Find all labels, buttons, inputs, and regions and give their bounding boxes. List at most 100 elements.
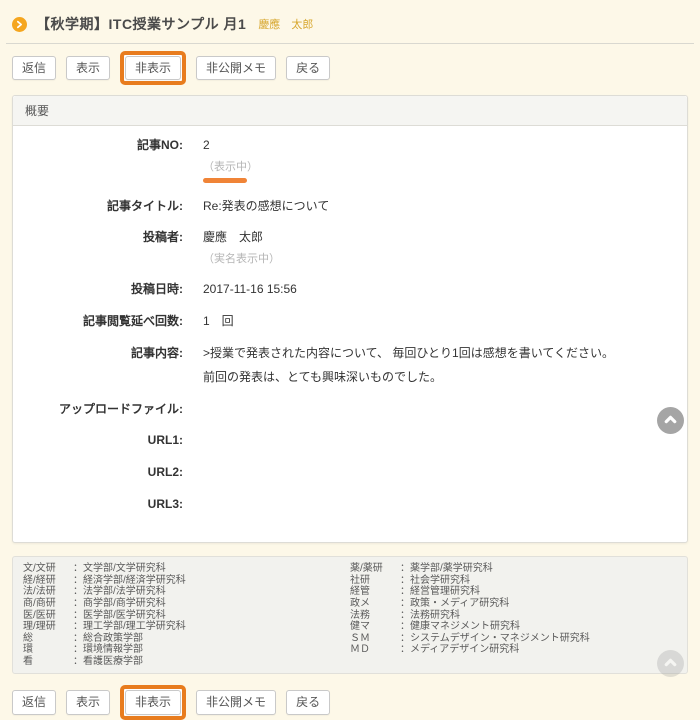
legend-abbr: 商/商研 (23, 598, 73, 610)
legend-abbr: 政メ (350, 598, 400, 610)
private-memo-button[interactable]: 非公開メモ (196, 56, 276, 80)
author-display-mode: （実名表示中） (203, 252, 280, 266)
article-content-label: 記事内容: (13, 346, 183, 386)
overview-panel: 概要 記事NO: 2 （表示中） 記事タイトル: Re:発表の感想について 投稿… (12, 95, 688, 543)
view-count-label: 記事閲覧延べ回数: (13, 314, 183, 330)
chevron-right-icon (12, 17, 27, 32)
post-date-value: 2017-11-16 15:56 (203, 282, 297, 298)
back-button[interactable]: 戻る (286, 690, 330, 714)
article-title-value: Re:発表の感想について (203, 199, 329, 215)
article-content-line2: 前回の発表は、とても興味深いものでした。 (203, 370, 614, 386)
legend-item: 医/医研：医学部/医学研究科 (23, 610, 350, 622)
author-label: 投稿者: (13, 230, 183, 266)
toolbar-top: 返信 表示 非表示 非公開メモ 戻る (12, 53, 688, 83)
author-value-group: 慶應 太郎 （実名表示中） (203, 230, 280, 266)
legend-item: 社研：社会学研究科 (350, 575, 677, 587)
chevron-up-icon (662, 654, 679, 674)
article-title-row: 記事タイトル: Re:発表の感想について (13, 199, 687, 215)
legend-item: 法/法研：法学部/法学研究科 (23, 586, 350, 598)
reply-button[interactable]: 返信 (12, 56, 56, 80)
legend-item: 環：環境情報学部 (23, 644, 350, 656)
hide-button-highlight: 非表示 (120, 51, 186, 85)
page-header: 【秋学期】ITC授業サンプル 月1 慶應 太郎 (12, 10, 688, 43)
article-content-line1: >授業で発表された内容について、 毎回ひとり1回は感想を書いてください。 (203, 346, 614, 362)
legend-item: 理/理研：理工学部/理工学研究科 (23, 621, 350, 633)
legend-item: 文/文研：文学部/文学研究科 (23, 563, 350, 575)
legend-item: 薬/薬研：薬学部/薬学研究科 (350, 563, 677, 575)
legend-abbr: 社研 (350, 575, 400, 587)
legend-name: ：経済学部/経済学研究科 (73, 575, 186, 587)
legend-name: ：医学部/医学研究科 (73, 610, 166, 622)
legend-abbr: 環 (23, 644, 73, 656)
toolbar-bottom: 返信 表示 非表示 非公開メモ 戻る (12, 687, 688, 717)
legend-abbr: ＭＤ (350, 644, 400, 656)
legend-abbr: 看 (23, 656, 73, 668)
legend-name: ：環境情報学部 (73, 644, 143, 656)
legend-abbr: ＳＭ (350, 633, 400, 645)
legend-abbr: 法務 (350, 610, 400, 622)
url3-row: URL3: (13, 497, 687, 513)
legend-abbr: 法/法研 (23, 586, 73, 598)
author-givenname-link[interactable]: 太郎 (291, 19, 313, 31)
hide-button-highlight: 非表示 (120, 685, 186, 719)
author-value: 慶應 太郎 (203, 230, 280, 246)
scroll-top-button-faint[interactable] (657, 650, 684, 677)
article-no-value: 2 (203, 138, 258, 154)
legend-name: ：商学部/商学研究科 (73, 598, 166, 610)
author-surname-link[interactable]: 慶應 (258, 19, 280, 31)
legend-name: ：政策・メディア研究科 (400, 598, 509, 610)
hide-button[interactable]: 非表示 (125, 690, 181, 714)
legend-abbr: 経/経研 (23, 575, 73, 587)
legend-name: ：健康マネジメント研究科 (400, 621, 520, 633)
author-row: 投稿者: 慶應 太郎 （実名表示中） (13, 230, 687, 266)
page: 【秋学期】ITC授業サンプル 月1 慶應 太郎 返信 表示 非表示 非公開メモ … (0, 0, 700, 717)
legend-name: ：メディアデザイン研究科 (400, 644, 519, 656)
legend-abbr: 総 (23, 633, 73, 645)
header-separator (6, 43, 694, 44)
legend-item: 商/商研：商学部/商学研究科 (23, 598, 350, 610)
upload-file-row: アップロードファイル: (13, 402, 687, 418)
article-no-row: 記事NO: 2 （表示中） (13, 138, 687, 183)
show-button[interactable]: 表示 (66, 690, 110, 714)
legend-name: ：システムデザイン・マネジメント研究科 (400, 633, 590, 645)
scroll-top-button[interactable] (657, 407, 684, 434)
legend-abbr: 経管 (350, 586, 400, 598)
article-content-row: 記事内容: >授業で発表された内容について、 毎回ひとり1回は感想を書いてくださ… (13, 346, 687, 386)
view-count-row: 記事閲覧延べ回数: 1 回 (13, 314, 687, 330)
reply-button[interactable]: 返信 (12, 690, 56, 714)
upload-file-label: アップロードファイル: (13, 402, 183, 418)
private-memo-button[interactable]: 非公開メモ (196, 690, 276, 714)
legend-item: 看：看護医療学部 (23, 656, 350, 668)
legend-item: ＭＤ：メディアデザイン研究科 (350, 644, 677, 656)
page-title: 【秋学期】ITC授業サンプル 月1 (36, 14, 246, 34)
faculty-legend: 文/文研：文学部/文学研究科 経/経研：経済学部/経済学研究科 法/法研：法学部… (12, 556, 688, 674)
legend-item: 健マ：健康マネジメント研究科 (350, 621, 677, 633)
post-date-row: 投稿日時: 2017-11-16 15:56 (13, 282, 687, 298)
hide-button[interactable]: 非表示 (125, 56, 181, 80)
legend-abbr: 薬/薬研 (350, 563, 400, 575)
legend-abbr: 理/理研 (23, 621, 73, 633)
panel-header: 概要 (13, 96, 687, 126)
back-button[interactable]: 戻る (286, 56, 330, 80)
legend-name: ：社会学研究科 (400, 575, 470, 587)
legend-name: ：経営管理研究科 (400, 586, 480, 598)
legend-name: ：理工学部/理工学研究科 (73, 621, 186, 633)
article-title-label: 記事タイトル: (13, 199, 183, 215)
legend-name: ：文学部/文学研究科 (73, 563, 166, 575)
faculty-legend-left: 文/文研：文学部/文学研究科 経/経研：経済学部/経済学研究科 法/法研：法学部… (23, 563, 350, 667)
legend-name: ：法務研究科 (400, 610, 460, 622)
url1-row: URL1: (13, 433, 687, 449)
legend-item: 総：総合政策学部 (23, 633, 350, 645)
legend-item: ＳＭ：システムデザイン・マネジメント研究科 (350, 633, 677, 645)
legend-name: ：看護医療学部 (73, 656, 143, 668)
author-links: 慶應 太郎 (258, 16, 321, 32)
legend-abbr: 文/文研 (23, 563, 73, 575)
article-status-text: （表示中） (203, 160, 258, 174)
show-button[interactable]: 表示 (66, 56, 110, 80)
url2-row: URL2: (13, 465, 687, 481)
legend-item: 政メ：政策・メディア研究科 (350, 598, 677, 610)
url3-label: URL3: (13, 497, 183, 513)
legend-item: 経管：経営管理研究科 (350, 586, 677, 598)
url1-label: URL1: (13, 433, 183, 449)
faculty-legend-right: 薬/薬研：薬学部/薬学研究科 社研：社会学研究科 経管：経営管理研究科 政メ：政… (350, 563, 677, 667)
